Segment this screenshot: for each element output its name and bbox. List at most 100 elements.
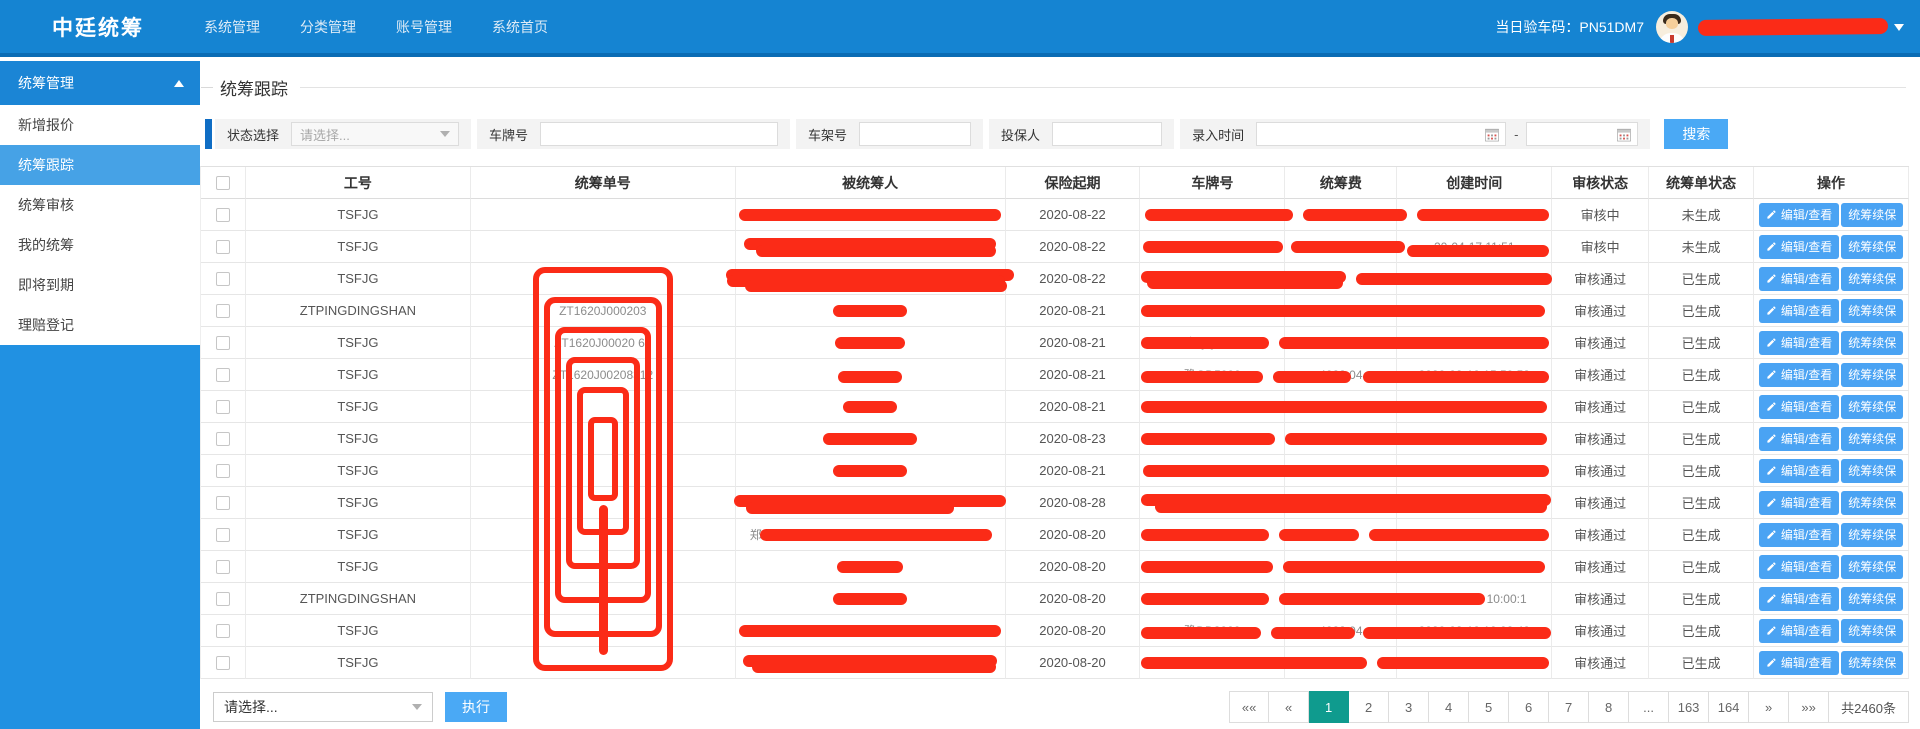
execute-button[interactable]: 执行 <box>445 692 507 722</box>
select-all-checkbox[interactable] <box>216 176 230 190</box>
row-checkbox[interactable] <box>216 656 230 670</box>
row-checkbox[interactable] <box>216 304 230 318</box>
pagination-item-4[interactable]: 4 <box>1429 691 1469 723</box>
sidebar-item-3[interactable]: 统筹审核 <box>0 185 200 225</box>
chevron-down-icon[interactable] <box>1894 24 1904 36</box>
row-checkbox[interactable] <box>216 528 230 542</box>
action-buttons: 编辑/查看统筹续保 <box>1759 651 1903 675</box>
fee-cell <box>1285 263 1397 295</box>
sidebar-item-6[interactable]: 理赔登记 <box>0 305 200 345</box>
user-avatar-icon[interactable] <box>1656 11 1688 43</box>
chevron-down-icon <box>440 131 450 142</box>
row-checkbox[interactable] <box>216 432 230 446</box>
row-checkbox[interactable] <box>216 464 230 478</box>
row-checkbox[interactable] <box>216 336 230 350</box>
edit-view-button[interactable]: 编辑/查看 <box>1759 203 1839 227</box>
search-button[interactable]: 搜索 <box>1664 119 1728 149</box>
row-select-cell <box>201 647 246 679</box>
actions-cell: 编辑/查看统筹续保 <box>1754 327 1909 359</box>
edit-view-button[interactable]: 编辑/查看 <box>1759 555 1839 579</box>
renew-button[interactable]: 统筹续保 <box>1841 299 1903 323</box>
vin-input[interactable] <box>859 122 971 146</box>
sidebar-item-1[interactable]: 新增报价 <box>0 105 200 145</box>
row-checkbox[interactable] <box>216 368 230 382</box>
edit-view-button[interactable]: 编辑/查看 <box>1759 651 1839 675</box>
pagination-item-[interactable]: »» <box>1789 691 1829 723</box>
entry-date-start-input[interactable] <box>1256 122 1506 146</box>
edit-view-button[interactable]: 编辑/查看 <box>1759 523 1839 547</box>
redaction-bar <box>833 465 907 477</box>
pagination-item-[interactable]: «« <box>1229 691 1269 723</box>
renew-button[interactable]: 统筹续保 <box>1841 267 1903 291</box>
created-time-cell <box>1397 263 1552 295</box>
sidebar-item-2[interactable]: 统筹跟踪 <box>0 145 200 185</box>
edit-view-button[interactable]: 编辑/查看 <box>1759 267 1839 291</box>
edit-view-button[interactable]: 编辑/查看 <box>1759 395 1839 419</box>
entry-date-end-input[interactable] <box>1526 122 1638 146</box>
status-select[interactable]: 请选择... <box>291 122 459 146</box>
renew-button[interactable]: 统筹续保 <box>1841 523 1903 547</box>
edit-view-button[interactable]: 编辑/查看 <box>1759 619 1839 643</box>
sidebar-item-4[interactable]: 我的统筹 <box>0 225 200 265</box>
actions-cell: 编辑/查看统筹续保 <box>1754 423 1909 455</box>
redaction-bar <box>833 305 907 317</box>
nav-item-4[interactable]: 系统首页 <box>492 17 548 37</box>
nav-item-1[interactable]: 系统管理 <box>204 17 260 37</box>
row-checkbox[interactable] <box>216 400 230 414</box>
fee-cell <box>1285 487 1397 519</box>
sidebar-group-tongchou[interactable]: 统筹管理 <box>0 61 200 105</box>
row-checkbox[interactable] <box>216 624 230 638</box>
pagination-item-8[interactable]: 8 <box>1589 691 1629 723</box>
row-checkbox[interactable] <box>216 208 230 222</box>
filter-group-vin: 车架号 <box>796 119 983 149</box>
renew-button[interactable]: 统筹续保 <box>1841 651 1903 675</box>
renew-button[interactable]: 统筹续保 <box>1841 555 1903 579</box>
plate-cell: 豫DD3000 <box>1140 615 1285 647</box>
pagination-item-164[interactable]: 164 <box>1709 691 1749 723</box>
row-checkbox[interactable] <box>216 272 230 286</box>
row-select-cell <box>201 519 246 551</box>
row-checkbox[interactable] <box>216 240 230 254</box>
renew-button[interactable]: 统筹续保 <box>1841 459 1903 483</box>
pagination-item-5[interactable]: 5 <box>1469 691 1509 723</box>
edit-view-button[interactable]: 编辑/查看 <box>1759 459 1839 483</box>
actions-cell: 编辑/查看统筹续保 <box>1754 359 1909 391</box>
pagination-item-1[interactable]: 1 <box>1309 691 1349 723</box>
pagination-item-163[interactable]: 163 <box>1669 691 1709 723</box>
nav-item-3[interactable]: 账号管理 <box>396 17 452 37</box>
renew-button[interactable]: 统筹续保 <box>1841 619 1903 643</box>
row-checkbox[interactable] <box>216 496 230 510</box>
edit-view-button[interactable]: 编辑/查看 <box>1759 491 1839 515</box>
edit-view-button[interactable]: 编辑/查看 <box>1759 363 1839 387</box>
pagination-item-3[interactable]: 3 <box>1389 691 1429 723</box>
edit-view-button[interactable]: 编辑/查看 <box>1759 331 1839 355</box>
edit-view-button[interactable]: 编辑/查看 <box>1759 587 1839 611</box>
row-checkbox[interactable] <box>216 560 230 574</box>
renew-button[interactable]: 统筹续保 <box>1841 203 1903 227</box>
pagination-item-[interactable]: « <box>1269 691 1309 723</box>
pagination-item-7[interactable]: 7 <box>1549 691 1589 723</box>
actions-cell: 编辑/查看统筹续保 <box>1754 551 1909 583</box>
audit-status-cell: 审核通过 <box>1552 647 1649 679</box>
nav-item-2[interactable]: 分类管理 <box>300 17 356 37</box>
filter-accent-bar <box>205 119 212 149</box>
renew-button[interactable]: 统筹续保 <box>1841 587 1903 611</box>
edit-view-button[interactable]: 编辑/查看 <box>1759 299 1839 323</box>
renew-button[interactable]: 统筹续保 <box>1841 363 1903 387</box>
pagination-item-6[interactable]: 6 <box>1509 691 1549 723</box>
applicant-input[interactable] <box>1052 122 1162 146</box>
sidebar-item-5[interactable]: 即将到期 <box>0 265 200 305</box>
row-checkbox[interactable] <box>216 592 230 606</box>
pagination-item-[interactable]: » <box>1749 691 1789 723</box>
renew-button[interactable]: 统筹续保 <box>1841 395 1903 419</box>
pagination-item-2[interactable]: 2 <box>1349 691 1389 723</box>
plate-cell <box>1140 199 1285 231</box>
bulk-action-select[interactable]: 请选择... <box>213 692 433 722</box>
edit-view-button[interactable]: 编辑/查看 <box>1759 427 1839 451</box>
edit-view-button[interactable]: 编辑/查看 <box>1759 235 1839 259</box>
plate-input[interactable] <box>540 122 778 146</box>
renew-button[interactable]: 统筹续保 <box>1841 331 1903 355</box>
renew-button[interactable]: 统筹续保 <box>1841 491 1903 515</box>
renew-button[interactable]: 统筹续保 <box>1841 235 1903 259</box>
renew-button[interactable]: 统筹续保 <box>1841 427 1903 451</box>
